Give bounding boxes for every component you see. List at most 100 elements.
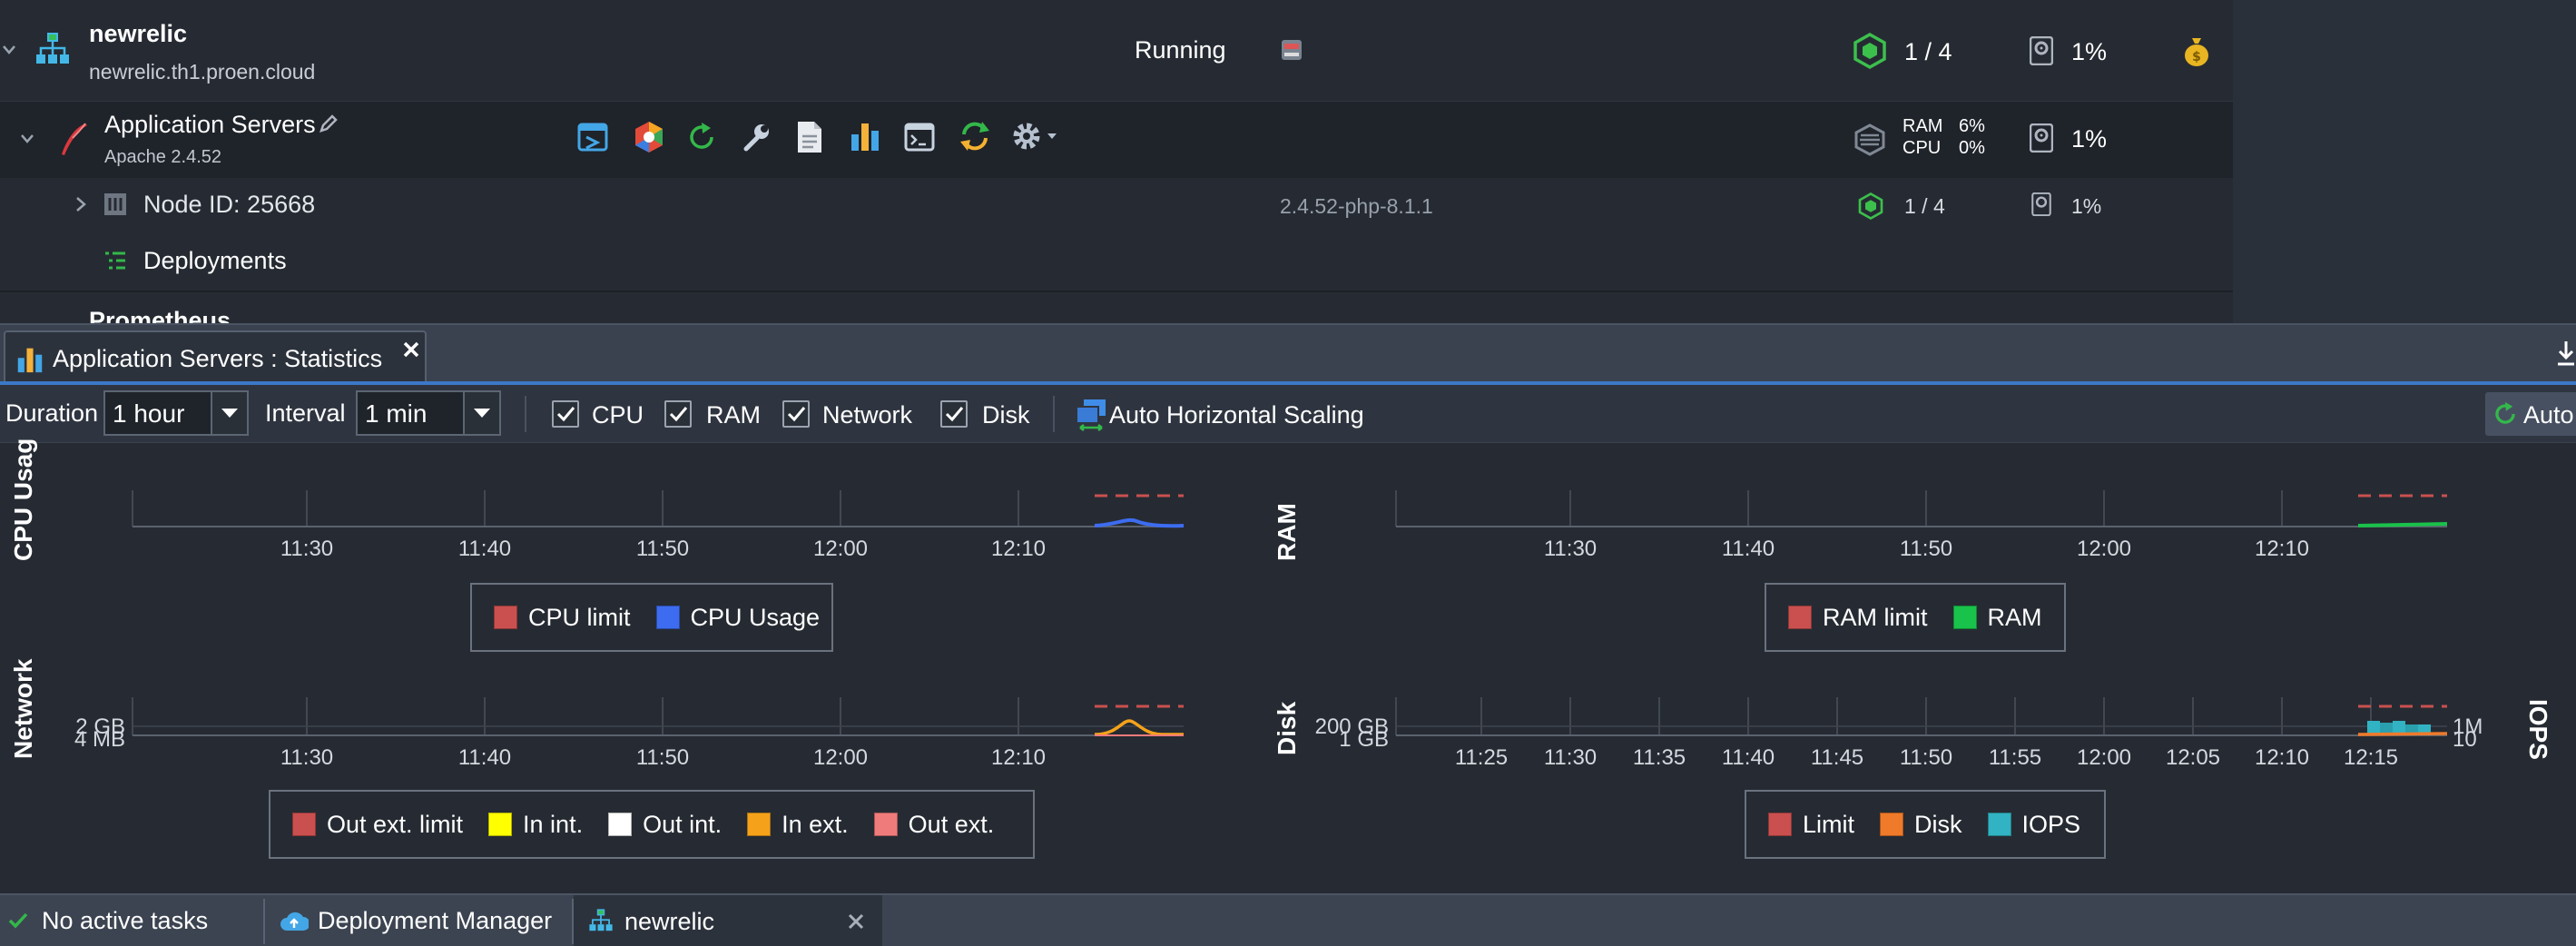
legend-item[interactable]: Limit xyxy=(1768,811,1854,839)
legend-item[interactable]: Out int. xyxy=(608,811,722,839)
legend-item[interactable]: Disk xyxy=(1880,811,1962,839)
duration-select[interactable]: 1 hour xyxy=(103,390,249,436)
environment-domain[interactable]: newrelic.th1.proen.cloud xyxy=(89,60,315,84)
environment-tab-label: newrelic xyxy=(624,908,715,935)
legend-item[interactable]: IOPS xyxy=(1987,811,2080,839)
ram-checkbox[interactable] xyxy=(664,400,692,428)
x-tick-label: 11:40 xyxy=(458,745,511,770)
config-wrench-icon[interactable] xyxy=(741,122,772,153)
cpu-checkbox[interactable] xyxy=(552,400,579,428)
web-ssh-terminal-icon[interactable] xyxy=(904,122,935,153)
duration-dropdown-button[interactable] xyxy=(211,392,247,434)
x-tick-label: 11:25 xyxy=(1455,745,1508,770)
statistics-chart-icon[interactable] xyxy=(850,120,880,153)
tasks-status[interactable]: No active tasks xyxy=(7,895,261,946)
auto-horizontal-scaling-button[interactable]: Auto Horizontal Scaling xyxy=(1109,401,1364,429)
network-checkbox[interactable] xyxy=(782,400,810,428)
legend-item[interactable]: RAM limit xyxy=(1788,604,1928,632)
deployment-manager-tab[interactable]: Deployment Manager xyxy=(280,895,570,946)
billing-money-bag-icon[interactable]: $ xyxy=(2182,34,2211,67)
x-tick-label: 11:50 xyxy=(1900,537,1952,561)
dropdown-arrow-icon xyxy=(221,409,238,418)
disk-checkbox[interactable] xyxy=(940,400,968,428)
application-servers-title[interactable]: Application Servers xyxy=(104,111,316,139)
chevron-down-icon[interactable] xyxy=(2,44,16,56)
interval-select[interactable]: 1 min xyxy=(356,390,501,436)
task-bar: No active tasks Deployment Manager newre… xyxy=(0,893,2576,946)
disk-icon xyxy=(2030,36,2053,65)
cpu-chart: CPU Usag 11:30 11:40 11:50 12:00 12:10 C… xyxy=(0,439,1271,652)
close-icon[interactable] xyxy=(846,912,866,931)
legend-label: In int. xyxy=(523,810,584,838)
legend-swatch xyxy=(1987,813,2011,836)
deployments-label[interactable]: Deployments xyxy=(143,247,287,275)
cpu-legend: CPU limit CPU Usage xyxy=(470,583,833,652)
network-checkbox-label[interactable]: Network xyxy=(822,401,912,429)
statistics-tab[interactable]: Application Servers : Statistics xyxy=(4,330,427,383)
x-tick-label: 11:30 xyxy=(280,537,333,561)
edit-pencil-icon[interactable] xyxy=(318,113,339,134)
taskbar-divider xyxy=(263,899,265,944)
next-node-group-label[interactable]: Prometheus xyxy=(89,307,231,323)
settings-gear-icon[interactable] xyxy=(1011,120,1060,153)
legend-item[interactable]: Out ext. xyxy=(873,810,995,839)
legend-label: In ext. xyxy=(782,810,849,838)
cpu-checkbox-label[interactable]: CPU xyxy=(592,401,644,429)
x-tick-label: 12:15 xyxy=(2344,745,2398,770)
log-file-icon[interactable] xyxy=(795,120,824,154)
network-legend: Out ext. limit In int. Out int. In ext. … xyxy=(269,790,1035,859)
ram-legend: RAM limit RAM xyxy=(1765,583,2066,652)
legend-item[interactable]: In int. xyxy=(488,811,583,839)
application-servers-row[interactable]: Application Servers Apache 2.4.52 RAM 6%… xyxy=(0,102,2233,178)
cpu-label: CPU xyxy=(1903,138,1942,158)
next-node-group-row[interactable]: Prometheus xyxy=(0,294,2233,323)
network-chart: Network 2 GB 4 MB 11:30 11:40 11:50 12:0… xyxy=(0,652,1271,893)
cpu-grid xyxy=(132,490,1019,527)
auto-refresh-button[interactable]: Auto xyxy=(2485,392,2576,436)
cpu-value: 0% xyxy=(1959,138,1985,158)
legend-item[interactable]: In ext. xyxy=(747,811,849,839)
disk-checkbox-label[interactable]: Disk xyxy=(982,401,1030,429)
addons-icon[interactable] xyxy=(632,120,666,154)
node-row[interactable]: Node ID: 25668 2.4.52-php-8.1.1 1 / 4 1% xyxy=(0,178,2233,231)
redeploy-icon[interactable] xyxy=(959,120,991,153)
close-icon[interactable] xyxy=(401,340,421,360)
x-tick-label: 11:50 xyxy=(1900,745,1952,770)
duration-label: Duration xyxy=(5,399,99,427)
chevron-right-icon[interactable] xyxy=(74,196,87,212)
legend-item[interactable]: RAM xyxy=(1952,603,2042,632)
legend-item[interactable]: CPU Usage xyxy=(655,604,820,632)
ram-checkbox-label[interactable]: RAM xyxy=(706,401,761,429)
legend-label: RAM xyxy=(1987,603,2042,631)
legend-item[interactable]: Out ext. limit xyxy=(292,811,463,839)
disk-plot: 200 GB 1 GB 1M 10 11:25 11:30 11:35 11:4… xyxy=(1315,697,2483,770)
auto-horizontal-scaling-icon[interactable] xyxy=(1075,398,1107,432)
ram-grid xyxy=(1395,490,2283,527)
legend-label: Limit xyxy=(1803,810,1855,838)
ram-label: RAM xyxy=(1903,116,1943,136)
x-tick-label: 11:40 xyxy=(1722,745,1775,770)
x-tick-label: 11:30 xyxy=(280,745,333,770)
environment-row[interactable]: newrelic newrelic.th1.proen.cloud Runnin… xyxy=(0,0,2233,102)
node-server-icon xyxy=(104,193,126,215)
chevron-down-icon[interactable] xyxy=(20,133,34,145)
toolbar-divider xyxy=(1053,396,1055,432)
statistics-tab-title[interactable]: Application Servers : Statistics xyxy=(53,345,382,373)
node-id[interactable]: Node ID: 25668 xyxy=(143,191,315,219)
y-tick-label: 4 MB xyxy=(74,727,125,752)
open-in-browser-icon[interactable] xyxy=(577,122,608,153)
legend-label: Out ext. xyxy=(908,810,995,838)
interval-dropdown-button[interactable] xyxy=(463,392,499,434)
environment-status: Running xyxy=(1135,36,1226,64)
in-ext-line xyxy=(1094,719,1184,736)
environment-tab[interactable]: newrelic xyxy=(574,895,882,946)
legend-swatch xyxy=(655,606,680,629)
restart-icon[interactable] xyxy=(686,122,717,153)
download-icon[interactable] xyxy=(2556,340,2576,367)
environment-name[interactable]: newrelic xyxy=(89,20,187,48)
legend-item[interactable]: CPU limit xyxy=(494,604,631,632)
apache-feather-icon xyxy=(62,123,87,155)
statistics-tab-bar: Application Servers : Statistics xyxy=(0,323,2576,383)
region-flag-icon xyxy=(1282,40,1302,60)
deployments-row[interactable]: Deployments xyxy=(0,231,2233,292)
